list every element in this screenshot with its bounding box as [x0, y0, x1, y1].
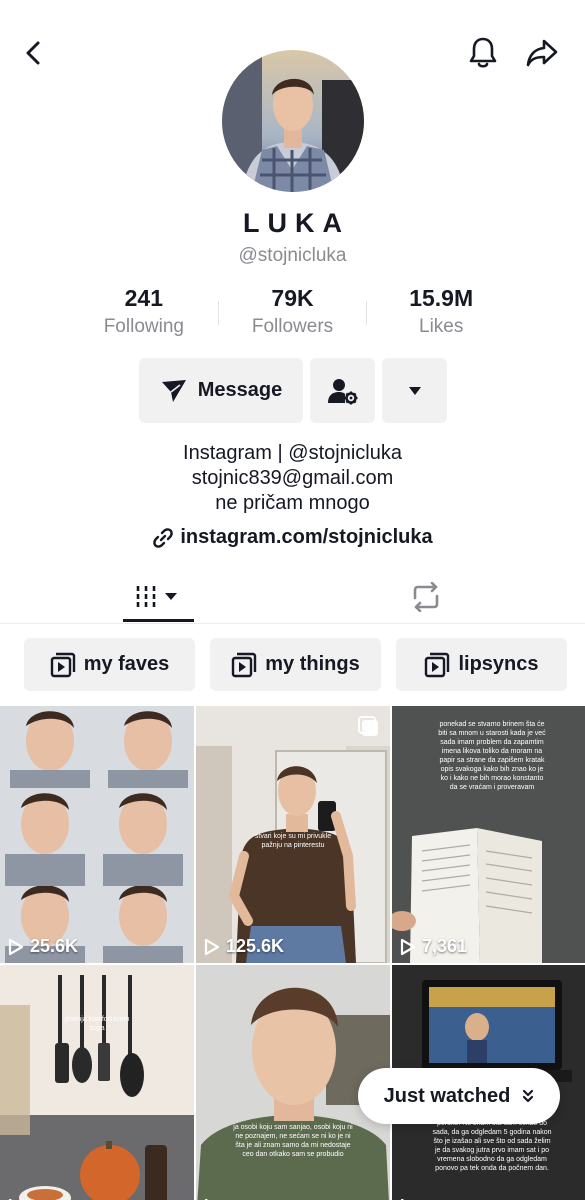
- view-count-value: 7,361: [422, 936, 468, 956]
- profile-stats: 241 Following 79K Followers 15.9M Likes: [70, 285, 515, 345]
- play-icon: [400, 938, 416, 955]
- video-caption: poruke. Ne znam šta sam čekao do sada, d…: [432, 1120, 552, 1172]
- bell-icon: [469, 37, 497, 68]
- grid-icon: [136, 586, 177, 608]
- playlist-icon: [425, 652, 450, 677]
- view-count-value: 125.6K: [226, 936, 285, 956]
- message-send-icon: [161, 379, 186, 402]
- thumbnail-image: [0, 706, 194, 963]
- person-gear-icon: [327, 378, 357, 404]
- link-icon: [153, 527, 174, 548]
- stat-value: 15.9M: [409, 285, 474, 311]
- playlist-my-things[interactable]: my things: [210, 638, 381, 691]
- content-tabs: [0, 570, 585, 624]
- share-icon: [526, 39, 558, 67]
- play-icon: [204, 938, 220, 955]
- avatar-photo: [222, 50, 364, 192]
- bio-link[interactable]: instagram.com/stojnicluka: [0, 526, 585, 549]
- playlists: my faves my things lipsyncs: [24, 638, 567, 691]
- just-watched-button[interactable]: Just watched: [358, 1068, 560, 1124]
- bio: Instagram | @stojnicluka stojnic839@gmai…: [0, 441, 585, 516]
- bio-line: Instagram | @stojnicluka: [183, 442, 402, 464]
- share-button[interactable]: [520, 31, 564, 75]
- bio-line: ne pričam mnogo: [215, 492, 370, 514]
- stat-following[interactable]: 241 Following: [70, 285, 218, 345]
- back-icon: [26, 41, 40, 65]
- thumbnail-image: [0, 965, 194, 1200]
- stat-value: 241: [124, 285, 164, 311]
- stat-followers[interactable]: 79K Followers: [219, 285, 367, 345]
- repost-icon: [413, 582, 438, 612]
- message-button[interactable]: Message: [139, 358, 303, 423]
- notifications-button[interactable]: [461, 31, 505, 75]
- video-caption: ponekad se stvarno brinem šta će biti sa…: [438, 721, 546, 791]
- username: @stojnicluka: [238, 245, 347, 266]
- avatar[interactable]: [222, 50, 364, 192]
- video-caption: stvari koje su mi privukle pažnju na pin…: [254, 833, 332, 849]
- playlist-icon: [232, 652, 257, 677]
- tab-videos[interactable]: [123, 570, 194, 624]
- bio-link-text: instagram.com/stojnicluka: [180, 526, 433, 548]
- pin-icon: [358, 716, 378, 736]
- stat-value: 79K: [271, 285, 314, 311]
- playlist-label: my faves: [83, 653, 170, 675]
- video-grid: 25.6K stvari koje su mi privukle pažnju …: [0, 706, 585, 1200]
- video-thumbnail[interactable]: ponekad se stvarno brinem šta će biti sa…: [392, 706, 585, 963]
- stat-label: Following: [103, 316, 184, 337]
- view-count-value: 25.6K: [30, 936, 79, 956]
- view-count: 7,361: [400, 936, 467, 957]
- more-options-button[interactable]: [382, 358, 447, 423]
- playlist-label: lipsyncs: [458, 653, 539, 675]
- view-count: 25.6K: [8, 936, 78, 957]
- profile-actions: Message: [139, 358, 447, 423]
- tab-reposts[interactable]: [390, 570, 461, 624]
- video-caption: jesenja komfort krem supa: [64, 1016, 130, 1032]
- stat-likes[interactable]: 15.9M Likes: [367, 285, 515, 345]
- bio-line: stojnic839@gmail.com: [191, 467, 394, 489]
- video-caption: ja osobi koju sam sanjao, osobi koju ni …: [233, 1124, 353, 1158]
- stat-label: Likes: [419, 316, 464, 337]
- view-count: 125.6K: [204, 936, 284, 957]
- caret-down-icon: [408, 386, 421, 395]
- active-tab-indicator: [123, 619, 194, 622]
- playlist-lipsyncs[interactable]: lipsyncs: [396, 638, 567, 691]
- playlist-my-faves[interactable]: my faves: [24, 638, 195, 691]
- play-icon: [8, 938, 24, 955]
- playlist-label: my things: [265, 653, 360, 675]
- double-chevron-icon: [523, 1089, 534, 1103]
- stat-label: Followers: [251, 316, 334, 337]
- just-watched-label: Just watched: [383, 1084, 511, 1107]
- playlist-icon: [50, 652, 75, 677]
- back-button[interactable]: [12, 31, 56, 75]
- follow-settings-button[interactable]: [310, 358, 375, 423]
- video-thumbnail[interactable]: jesenja komfort krem supa: [0, 965, 194, 1200]
- display-name: LUKA: [243, 208, 350, 238]
- video-thumbnail[interactable]: stvari koje su mi privukle pažnju na pin…: [196, 706, 390, 963]
- message-button-label: Message: [197, 379, 283, 401]
- video-thumbnail[interactable]: 25.6K: [0, 706, 194, 963]
